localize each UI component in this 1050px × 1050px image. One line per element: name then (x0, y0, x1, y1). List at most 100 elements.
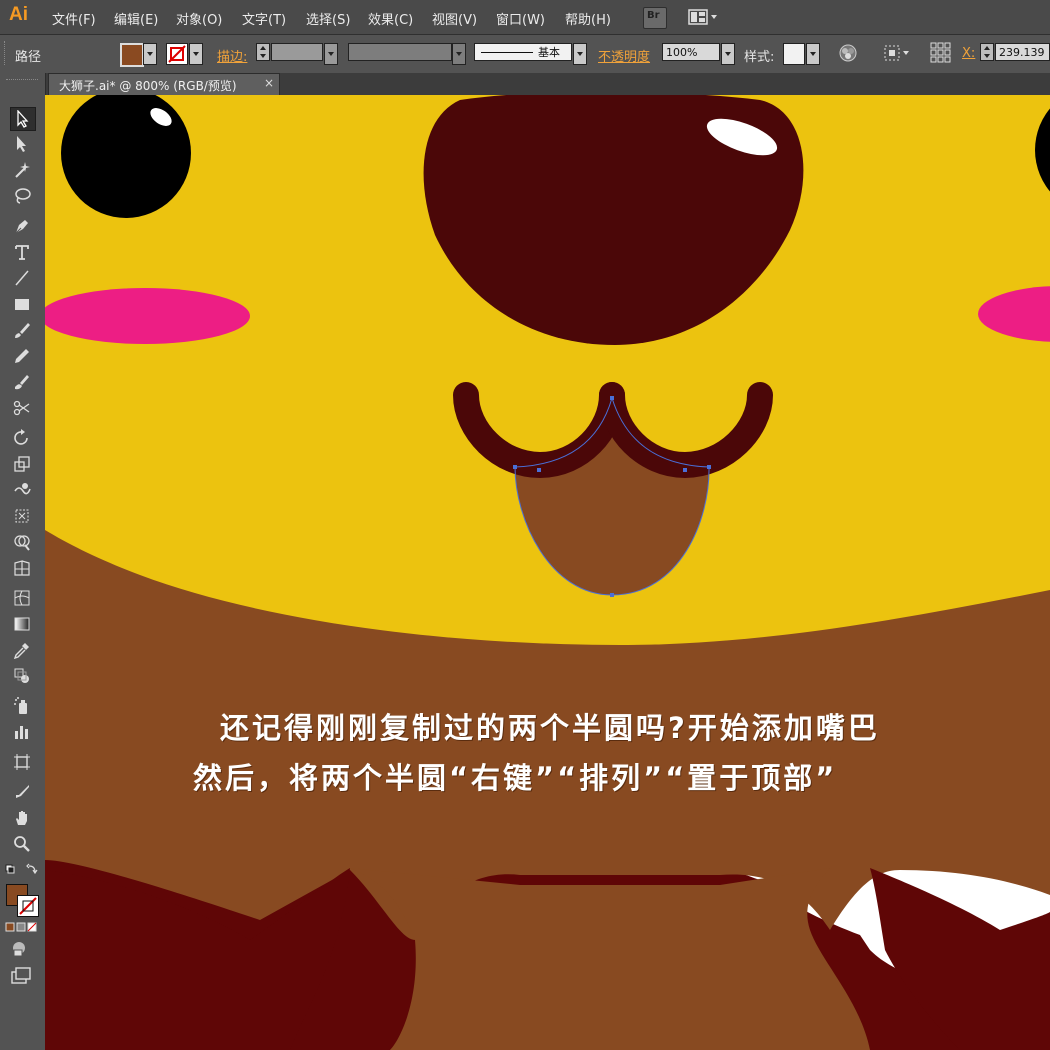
x-coordinate-label[interactable]: X: (962, 46, 975, 61)
stroke-dropdown[interactable] (189, 43, 203, 65)
menu-select[interactable]: 选择(S) (306, 9, 350, 28)
anchor-point[interactable] (683, 468, 687, 472)
tools-panel (0, 73, 46, 1050)
opacity-label-text[interactable]: 不透明度 (598, 50, 650, 65)
recolor-artwork-icon[interactable] (838, 43, 858, 63)
blush-left[interactable] (45, 288, 250, 344)
symbol-sprayer-tool[interactable] (10, 695, 34, 717)
blob-brush-tool[interactable] (10, 371, 34, 393)
opacity-label[interactable]: 不透明度 (598, 46, 650, 65)
menu-edit[interactable]: 编辑(E) (114, 9, 158, 28)
type-t-icon (15, 245, 29, 260)
anchor-point[interactable] (610, 396, 614, 400)
fill-dropdown[interactable] (143, 43, 157, 65)
align-to-icon[interactable] (882, 43, 910, 63)
drawing-mode-icon[interactable] (10, 939, 34, 959)
scissors-tool[interactable] (10, 397, 34, 419)
selection-tool[interactable] (10, 107, 36, 131)
anchor-point[interactable] (610, 593, 614, 597)
reference-point-icon[interactable] (929, 41, 953, 65)
warp-tool[interactable] (10, 479, 34, 501)
zoom-tool[interactable] (10, 833, 34, 855)
lasso-tool[interactable] (10, 185, 34, 207)
no-stroke-icon (168, 45, 186, 63)
mane-brown-lobe-center[interactable] (350, 868, 870, 1050)
slice-tool[interactable] (10, 781, 34, 803)
opacity-dropdown[interactable] (721, 43, 735, 65)
gradient-icon (14, 617, 30, 631)
color-mode-icons[interactable] (4, 921, 44, 935)
pen-tool[interactable] (10, 215, 34, 237)
tutorial-caption-line-2: 然后，将两个半圆“右键”“排列”“置于顶部” (193, 761, 838, 795)
shape-builder-tool[interactable] (10, 531, 34, 553)
column-graph-tool[interactable] (10, 721, 34, 743)
screen-mode-icon[interactable] (10, 966, 34, 986)
tools-panel-grip (6, 79, 38, 83)
stroke-weight-label[interactable]: 描边: (217, 46, 247, 65)
graphic-style-swatch[interactable] (783, 43, 805, 65)
warp-icon (14, 483, 31, 495)
fill-color-swatch[interactable] (120, 43, 144, 67)
brush-definition-field[interactable]: 基本 (474, 43, 572, 61)
stepper-arrows-icon (984, 46, 990, 58)
artboard-tool[interactable] (10, 751, 34, 773)
close-tab-icon[interactable]: × (264, 76, 274, 90)
line-tool[interactable] (10, 267, 34, 289)
menu-window[interactable]: 窗口(W) (496, 9, 545, 28)
document-tab[interactable]: 大狮子.ai* @ 800% (RGB/预览) × (48, 73, 280, 95)
menu-file[interactable]: 文件(F) (52, 9, 96, 28)
x-coordinate-input[interactable]: 239.139 (995, 43, 1050, 61)
graphic-style-dropdown[interactable] (806, 43, 820, 65)
stroke-weight-stepper[interactable] (256, 43, 270, 61)
tutorial-caption-line-1: 还记得刚刚复制过的两个半圆吗?开始添加嘴巴 (220, 711, 880, 745)
gradient-tool[interactable] (10, 613, 34, 635)
bridge-label: Br (647, 10, 660, 21)
brush-dropdown[interactable] (573, 43, 587, 65)
paintbrush-tool[interactable] (10, 319, 34, 341)
arrange-documents-button[interactable] (688, 7, 720, 27)
menu-bar: Ai 文件(F) 编辑(E) 对象(O) 文字(T) 选择(S) 效果(C) 视… (0, 0, 1050, 35)
anchor-point[interactable] (707, 465, 711, 469)
artboard-canvas[interactable]: 还记得刚刚复制过的两个半圆吗?开始添加嘴巴 然后，将两个半圆“右键”“排列”“置… (45, 95, 1050, 1050)
default-swap-colors-icon[interactable] (3, 862, 43, 884)
variable-width-profile[interactable] (348, 43, 452, 61)
brush-style-label: 基本 (538, 46, 560, 59)
stroke-color-box[interactable] (17, 895, 39, 917)
hand-tool[interactable] (10, 807, 34, 829)
bridge-button[interactable]: Br (643, 7, 667, 29)
menu-effect[interactable]: 效果(C) (368, 9, 413, 28)
stroke-weight-input[interactable] (271, 43, 323, 61)
scale-tool[interactable] (10, 453, 34, 475)
menu-type[interactable]: 文字(T) (242, 9, 286, 28)
x-stepper[interactable] (980, 43, 994, 61)
eyedropper-icon (13, 643, 29, 659)
rotate-tool[interactable] (10, 427, 34, 449)
lion-artwork (45, 95, 1050, 1050)
direct-selection-tool[interactable] (10, 133, 34, 155)
menu-help[interactable]: 帮助(H) (565, 9, 611, 28)
free-transform-tool[interactable] (10, 505, 34, 527)
opacity-input[interactable]: 100% (662, 43, 720, 61)
menu-view[interactable]: 视图(V) (432, 9, 477, 28)
variable-width-dropdown[interactable] (452, 43, 466, 65)
rectangle-tool[interactable] (10, 293, 34, 315)
scissors-icon (13, 400, 30, 416)
magic-wand-tool[interactable] (10, 159, 34, 181)
line-segment-icon (15, 270, 29, 286)
eyedropper-tool[interactable] (10, 639, 34, 661)
pencil-tool[interactable] (10, 345, 34, 367)
perspective-grid-tool[interactable] (10, 557, 34, 579)
stroke-label-text[interactable]: 描边: (217, 50, 247, 65)
stroke-color-swatch[interactable] (166, 43, 188, 65)
x-label-text[interactable]: X: (962, 46, 975, 61)
mesh-tool[interactable] (10, 587, 34, 609)
anchor-point[interactable] (537, 468, 541, 472)
anchor-point[interactable] (513, 465, 517, 469)
menu-object[interactable]: 对象(O) (176, 9, 222, 28)
document-tab-title: 大狮子.ai* @ 800% (RGB/预览) (59, 79, 237, 93)
blend-tool[interactable] (10, 665, 34, 687)
type-tool[interactable] (10, 241, 34, 263)
stroke-weight-dropdown[interactable] (324, 43, 338, 65)
brush-stroke-preview (481, 52, 533, 53)
stepper-arrows-icon (260, 46, 266, 58)
